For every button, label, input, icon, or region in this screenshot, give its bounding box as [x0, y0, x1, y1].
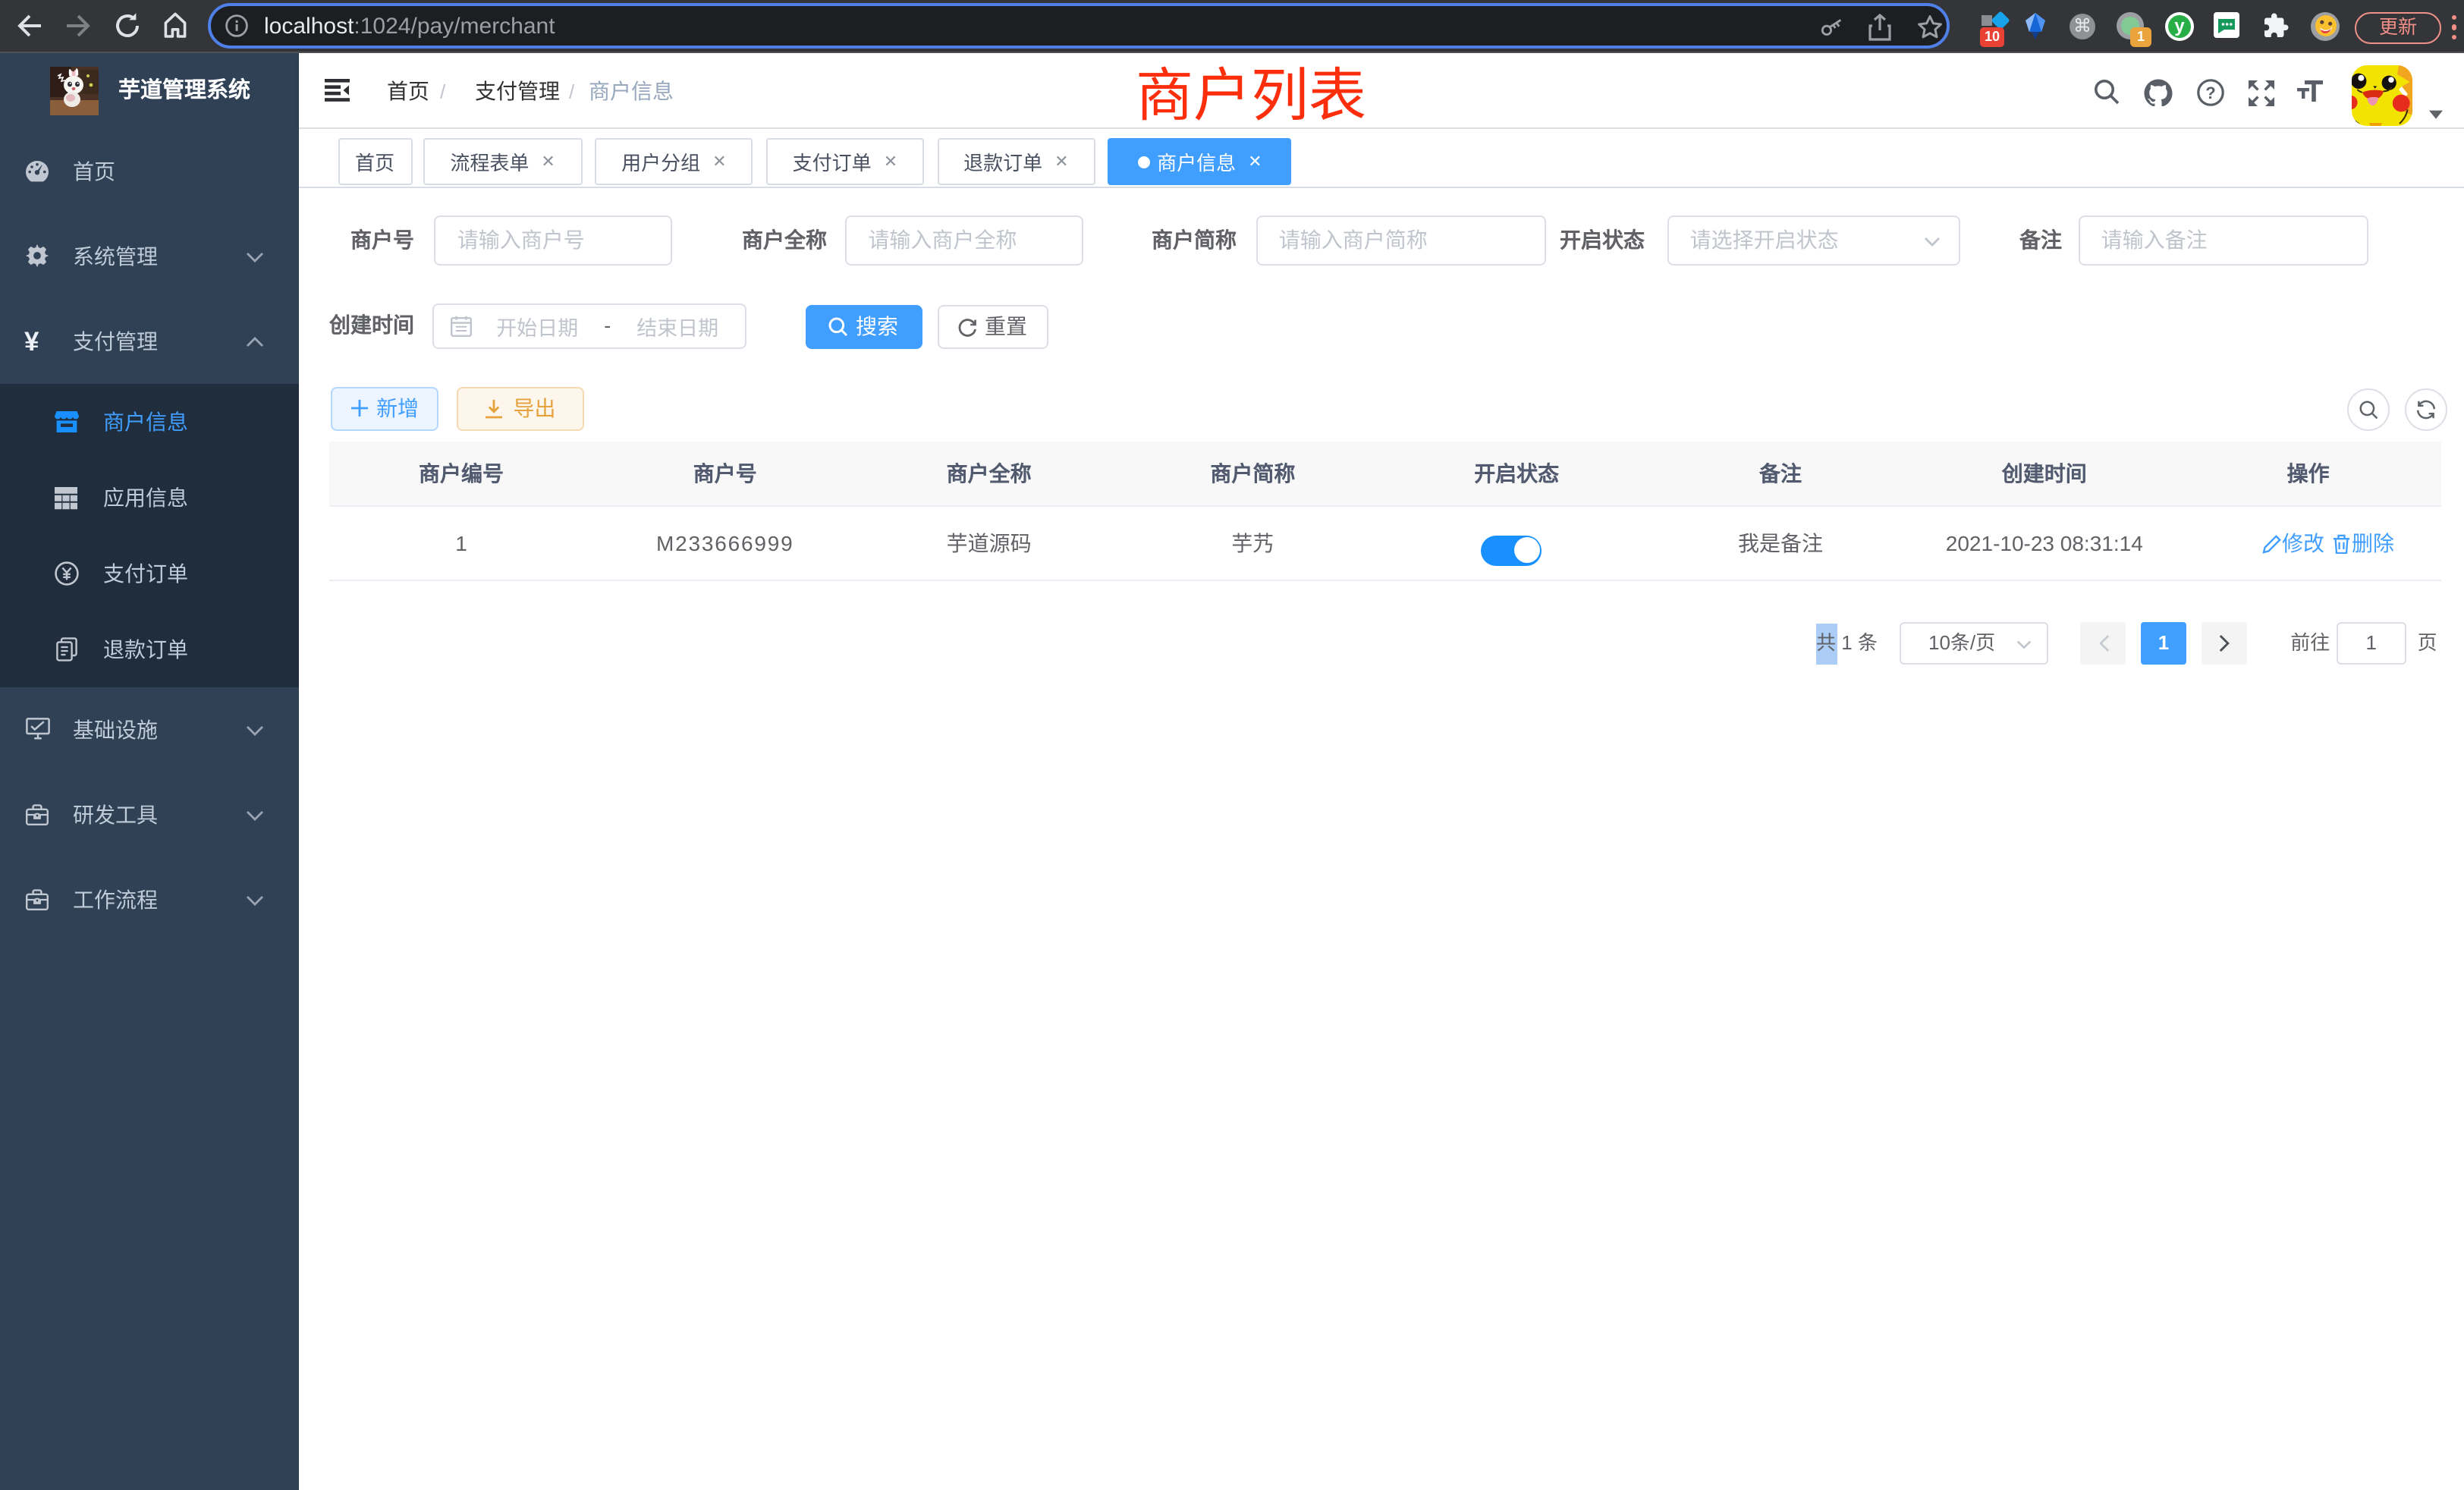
- svg-text:?: ?: [2205, 83, 2215, 102]
